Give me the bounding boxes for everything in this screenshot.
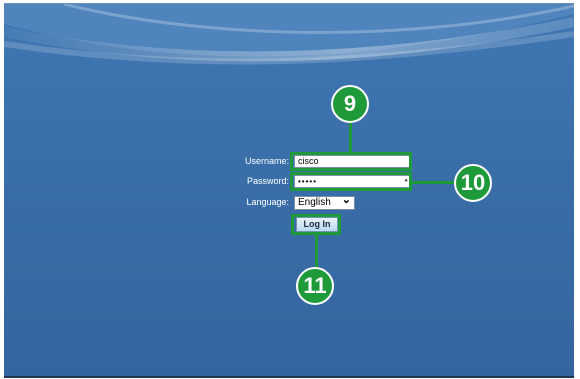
language-value: English	[298, 197, 331, 208]
callout-badge-10: 10	[454, 164, 492, 202]
callout-badge-9: 9	[331, 85, 369, 123]
language-select[interactable]: English ⌄	[294, 194, 355, 210]
language-label: Language:	[246, 197, 289, 207]
callout-11-connector	[315, 235, 318, 270]
login-screen: Username: cisco Password: ••••• ● Langua…	[4, 3, 574, 378]
password-highlight	[290, 172, 412, 191]
background-swoosh	[4, 4, 574, 65]
username-highlight	[290, 152, 412, 171]
chevron-down-icon: ⌄	[341, 194, 351, 206]
callout-10-connector	[412, 181, 458, 184]
password-label: Password:	[246, 176, 289, 186]
callout-9-connector	[349, 121, 352, 153]
username-label: Username:	[244, 156, 289, 166]
login-highlight	[291, 214, 341, 235]
callout-badge-11: 11	[296, 267, 334, 305]
